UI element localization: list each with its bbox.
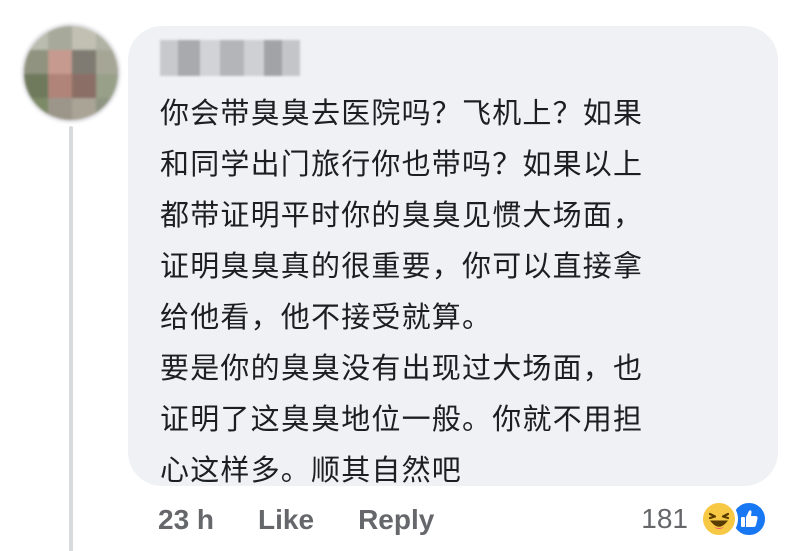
comment-line: 证明了这臭臭地位一般。你就不用担 <box>160 402 644 436</box>
comment-line: 和同学出门旅行你也带吗？如果以上 <box>160 147 644 181</box>
reaction-summary[interactable]: 181 <box>641 496 768 542</box>
thread-line <box>69 126 73 551</box>
comment-body: 你会带臭臭去医院吗？飞机上？如果 和同学出门旅行你也带吗？如果以上 都带证明平时… <box>160 88 760 496</box>
reply-button[interactable]: Reply <box>358 504 434 536</box>
comment-line: 证明臭臭真的很重要，你可以直接拿 <box>160 249 644 283</box>
comment-line: 心这样多。顺其自然吧 <box>160 453 463 487</box>
comment-actions: 23 h Like Reply <box>158 500 478 540</box>
author-name-redacted[interactable] <box>160 40 300 76</box>
like-button[interactable]: Like <box>258 504 314 536</box>
comment-line: 要是你的臭臭没有出现过大场面，也 <box>160 351 644 385</box>
timestamp[interactable]: 23 h <box>158 504 214 536</box>
comment-line: 给他看，他不接受就算。 <box>160 300 493 334</box>
haha-icon <box>700 500 738 538</box>
comment-screen: 你会带臭臭去医院吗？飞机上？如果 和同学出门旅行你也带吗？如果以上 都带证明平时… <box>0 0 800 551</box>
comment-line: 你会带臭臭去医院吗？飞机上？如果 <box>160 96 644 130</box>
avatar[interactable] <box>24 26 118 120</box>
comment-line: 都带证明平时你的臭臭见惯大场面， <box>160 198 644 232</box>
reaction-count: 181 <box>641 503 688 534</box>
